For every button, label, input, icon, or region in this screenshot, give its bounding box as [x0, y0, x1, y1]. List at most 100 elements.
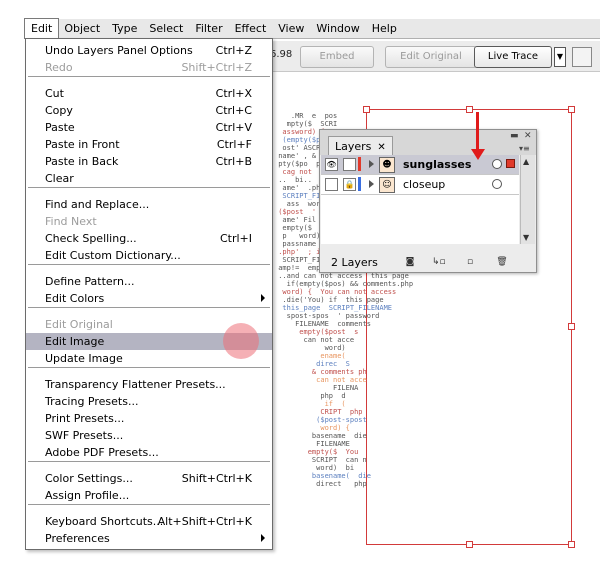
artwork-text-line: empty($post s — [274, 328, 359, 336]
menu-item-label: Adobe PDF Presets... — [45, 446, 159, 459]
live-trace-button[interactable]: Live Trace — [474, 46, 552, 68]
trash-icon[interactable]: 🗑 — [496, 257, 508, 268]
menu-help[interactable]: Help — [366, 19, 403, 38]
menu-effect[interactable]: Effect — [229, 19, 273, 38]
edit-original-button[interactable]: Edit Original — [385, 46, 477, 68]
menu-select[interactable]: Select — [143, 19, 189, 38]
close-panel-icon[interactable]: ✕ — [524, 131, 532, 141]
submenu-arrow-icon — [261, 294, 265, 302]
menu-filter[interactable]: Filter — [189, 19, 228, 38]
menu-item-swf-presets[interactable]: SWF Presets... — [26, 427, 272, 444]
menu-item-assign-profile[interactable]: Assign Profile... — [26, 487, 272, 504]
artwork-text-line: CRIPT php — [274, 408, 363, 416]
menu-item-undo-layers-panel-options[interactable]: Undo Layers Panel Options Ctrl+Z — [26, 42, 272, 59]
panel-footer: 2 Layers ◙ ↳▫ ▫ 🗑 — [320, 254, 536, 272]
selection-indicator[interactable] — [506, 159, 515, 168]
layer-row-sunglasses[interactable]: 👁 ☻ sunglasses — [321, 155, 519, 175]
menu-item-edit-colors[interactable]: Edit Colors — [26, 290, 272, 307]
menu-item-keyboard-shortcuts[interactable]: Keyboard Shortcuts... Alt+Shift+Ctrl+K — [26, 513, 272, 530]
artwork-text-line: word) bi — [274, 464, 355, 472]
menu-item-tracing-presets[interactable]: Tracing Presets... — [26, 393, 272, 410]
menu-item-define-pattern[interactable]: Define Pattern... — [26, 273, 272, 290]
artwork-text-line: ename( — [274, 352, 346, 360]
menu-type[interactable]: Type — [106, 19, 143, 38]
lock-icon[interactable]: 🔒 — [343, 178, 356, 191]
menu-item-clear[interactable]: Clear — [26, 170, 272, 187]
scroll-down-icon[interactable]: ▼ — [523, 233, 529, 242]
menu-item-print-presets[interactable]: Print Presets... — [26, 410, 272, 427]
menu-item-label: Assign Profile... — [45, 489, 130, 502]
menu-item-copy[interactable]: Copy Ctrl+C — [26, 102, 272, 119]
menu-bar: Edit Object Type Select Filter Effect Vi… — [23, 18, 600, 39]
handle-bottom-right[interactable] — [568, 541, 575, 548]
layer-count: 2 Layers — [331, 256, 378, 269]
artwork-text-line: if(empty($pos) && comments.php — [274, 280, 414, 288]
handle-middle-right[interactable] — [568, 323, 575, 330]
embed-button[interactable]: Embed — [300, 46, 374, 68]
close-icon[interactable]: ✕ — [377, 142, 385, 153]
menu-separator — [28, 264, 270, 265]
artwork-text-line: word) { — [274, 424, 350, 432]
handle-bottom-center[interactable] — [466, 541, 473, 548]
artwork-text-line: .die('You) if this page — [274, 296, 384, 304]
artwork-text-line: word) { You can not access — [274, 288, 397, 296]
menu-item-label: Paste — [45, 121, 75, 134]
menu-object[interactable]: Object — [58, 19, 106, 38]
menu-item-paste[interactable]: Paste Ctrl+V — [26, 119, 272, 136]
menu-item-color-settings[interactable]: Color Settings... Shift+Ctrl+K — [26, 470, 272, 487]
menu-item-label: Clear — [45, 172, 74, 185]
menu-item-find-and-replace[interactable]: Find and Replace... — [26, 196, 272, 213]
make-clipping-mask-icon[interactable]: ◙ — [404, 257, 416, 268]
menu-item-label: Print Presets... — [45, 412, 125, 425]
menu-item-edit-custom-dictionary[interactable]: Edit Custom Dictionary... — [26, 247, 272, 264]
menu-item-shortcut: Ctrl+F — [216, 138, 252, 151]
tab-layers[interactable]: Layers ✕ — [328, 136, 393, 156]
control-toolbar: 6.98 Embed Edit Original Live Trace ▼ — [270, 41, 600, 72]
menu-item-label: Transparency Flattener Presets... — [45, 378, 226, 391]
layer-name[interactable]: closeup — [403, 178, 445, 191]
menu-item-transparency-flattener-presets[interactable]: Transparency Flattener Presets... — [26, 376, 272, 393]
toolbar-option-button[interactable] — [572, 47, 592, 67]
menu-item-paste-in-back[interactable]: Paste in Back Ctrl+B — [26, 153, 272, 170]
eye-icon[interactable]: 👁 — [325, 158, 338, 171]
lock-toggle[interactable] — [343, 158, 356, 171]
menu-view[interactable]: View — [272, 19, 310, 38]
menu-window[interactable]: Window — [310, 19, 365, 38]
target-circle-icon[interactable] — [492, 179, 502, 189]
minimize-icon[interactable]: ▬ — [510, 131, 519, 141]
menu-item-preferences[interactable]: Preferences — [26, 530, 272, 547]
live-trace-dropdown[interactable]: ▼ — [554, 47, 566, 67]
scroll-up-icon[interactable]: ▲ — [523, 157, 529, 166]
eye-icon[interactable] — [325, 178, 338, 191]
layer-name[interactable]: sunglasses — [403, 158, 471, 171]
artwork-text-line: direct php — [274, 480, 367, 488]
target-circle-icon[interactable] — [492, 159, 502, 169]
artwork-text-line: word) — [274, 344, 346, 352]
artwork-text-line: can not acce — [274, 376, 367, 384]
annotation-arrow-shaft — [476, 112, 479, 152]
layer-color-swatch — [358, 157, 361, 171]
menu-item-check-spelling[interactable]: Check Spelling... Ctrl+I — [26, 230, 272, 247]
artwork-text-line: ..and can not access this page — [274, 272, 409, 280]
artwork-text-line: can not acce — [274, 336, 355, 344]
new-sublayer-icon[interactable]: ↳▫ — [432, 257, 446, 268]
menu-item-paste-in-front[interactable]: Paste in Front Ctrl+F — [26, 136, 272, 153]
layer-row-closeup[interactable]: 🔒 ☺ closeup — [321, 175, 519, 195]
expand-triangle-icon[interactable] — [369, 160, 374, 168]
handle-top-right[interactable] — [568, 106, 575, 113]
expand-triangle-icon[interactable] — [369, 180, 374, 188]
panel-scrollbar[interactable]: ▲ ▼ — [520, 155, 535, 244]
menu-item-label: Define Pattern... — [45, 275, 135, 288]
menu-item-label: Copy — [45, 104, 73, 117]
new-layer-icon[interactable]: ▫ — [464, 257, 476, 268]
menu-edit[interactable]: Edit — [23, 18, 60, 39]
menu-item-shortcut: Ctrl+X — [215, 87, 252, 100]
menu-item-shortcut: Ctrl+I — [219, 232, 252, 245]
menu-item-adobe-pdf-presets[interactable]: Adobe PDF Presets... — [26, 444, 272, 461]
panel-menu-icon[interactable]: ▾≡ — [519, 144, 533, 153]
menu-item-label: Check Spelling... — [45, 232, 137, 245]
artwork-text-line: basename( die — [274, 472, 371, 480]
menu-item-cut[interactable]: Cut Ctrl+X — [26, 85, 272, 102]
handle-top-center[interactable] — [466, 106, 473, 113]
artwork-text-line: .MR e pos — [274, 112, 338, 120]
